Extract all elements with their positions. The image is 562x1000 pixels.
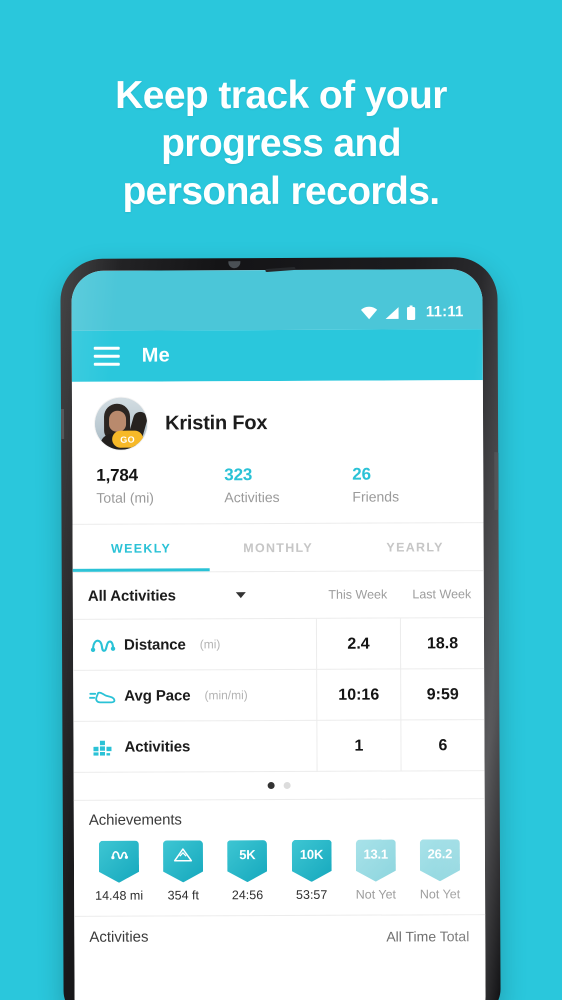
avatar-go-badge: GO [112,430,144,448]
mountain-elevation-icon [173,847,193,862]
activities-summary-label: Activities [89,928,149,946]
row-name: Distance [123,635,186,654]
achievement-badge: 13.1 [356,839,396,881]
tab-yearly[interactable]: YEARLY [347,523,484,571]
achievement-badge: 26.2 [420,839,460,881]
stat-label: Friends [352,488,400,505]
row-name: Activities [124,737,191,756]
page-title: Keep track of your progress and personal… [0,72,562,216]
achievement-label: Not Yet [355,887,397,902]
profile-header[interactable]: GO Kristin Fox [72,380,483,450]
activities-summary-row[interactable]: Activities All Time Total [74,914,486,958]
achievement-5k[interactable]: 5K 24:56 [218,840,276,902]
avatar[interactable]: GO [94,397,148,450]
status-bar-icons [361,305,416,321]
pager-dot-2[interactable] [283,781,291,789]
achievement-badge [163,840,203,882]
all-time-total-label: All Time Total [386,927,470,945]
phone-mockup: 11:11 Me GO Kristin Fox 1,784 Total (mi)… [60,257,501,1000]
table-row[interactable]: Avg Pace (min/mi) 10:16 9:59 [73,668,485,721]
phone-side-button-left [60,408,65,439]
achievement-badge: 10K [291,840,331,882]
achievement-elevation[interactable]: 354 ft [154,840,212,902]
running-shoe-icon [88,687,118,705]
front-camera-icon [228,261,241,269]
phone-screen: 11:11 Me GO Kristin Fox 1,784 Total (mi)… [71,269,486,1000]
row-unit: (mi) [199,637,221,652]
stat-value: 323 [224,465,253,485]
battery-icon [407,305,416,321]
hamburger-menu-icon[interactable] [93,346,120,366]
period-tabs: WEEKLY MONTHLY YEARLY [72,522,484,572]
route-squiggle-icon [109,848,128,862]
stat-value: 26 [352,464,371,484]
achievement-half-marathon[interactable]: 13.1 Not Yet [347,839,405,902]
column-header-this-week: This Week [328,587,388,602]
achievement-label: 354 ft [167,888,199,903]
stat-friends[interactable]: 26 Friends [352,464,480,505]
achievement-badge: 5K [227,840,267,882]
app-bar-title: Me [141,344,171,367]
stat-total-miles[interactable]: 1,784 Total (mi) [96,465,224,506]
profile-stats: 1,784 Total (mi) 323 Activities 26 Frien… [72,448,483,524]
stat-label: Activities [224,489,280,506]
status-bar: 11:11 [71,269,483,331]
phone-side-button-right [494,452,500,511]
status-bar-clock: 11:11 [425,303,464,321]
row-value-last-week: 9:59 [400,668,485,720]
row-value-this-week: 10:16 [316,668,401,721]
achievement-marathon[interactable]: 26.2 Not Yet [411,839,469,901]
pager-dot-1[interactable] [267,782,275,790]
achievement-label: 14.48 mi [95,888,144,903]
carousel-pager [73,770,485,800]
row-value-last-week: 18.8 [399,617,485,669]
row-unit: (min/mi) [204,688,248,703]
achievement-label: Not Yet [419,887,461,902]
achievement-badge [99,841,139,883]
headline-line-3: personal records. [122,170,440,213]
headline-line-2: progress and [161,122,401,165]
app-bar: Me [71,329,483,382]
bar-blocks-icon [88,738,118,756]
avatar-face [109,410,127,432]
achievement-10k[interactable]: 10K 53:57 [282,840,340,902]
table-row[interactable]: Activities 1 6 [73,719,485,772]
achievements-list: 14.48 mi 354 ft 5K 24:56 10K 53:57 13.1 … [74,827,485,903]
screen-content: GO Kristin Fox 1,784 Total (mi) 323 Acti… [71,380,486,1000]
signal-icon [385,307,399,319]
achievements-section: Achievements 14.48 mi 354 ft 5K 24:56 10… [73,798,486,903]
wifi-icon [361,306,378,320]
row-name: Avg Pace [124,686,191,705]
tab-weekly[interactable]: WEEKLY [73,524,210,572]
activity-filter-row: All Activities This Week Last Week [72,570,484,619]
route-squiggle-icon [88,636,118,654]
headline-line-1: Keep track of your [115,74,447,117]
profile-name: Kristin Fox [165,411,268,435]
column-header-last-week: Last Week [412,587,472,602]
row-value-this-week: 1 [316,719,401,772]
chevron-down-icon[interactable] [235,592,246,599]
achievement-longest-distance[interactable]: 14.48 mi [90,841,148,903]
stat-value: 1,784 [96,465,138,485]
tab-monthly[interactable]: MONTHLY [210,524,347,572]
achievements-title: Achievements [88,811,182,829]
achievement-label: 24:56 [231,888,264,903]
row-value-last-week: 6 [400,719,485,771]
activity-filter-label[interactable]: All Activities [88,587,176,604]
achievement-label: 53:57 [296,887,328,902]
table-row[interactable]: Distance (mi) 2.4 18.8 [72,617,485,670]
stat-activities[interactable]: 323 Activities [224,465,352,506]
row-value-this-week: 2.4 [315,617,401,670]
stat-label: Total (mi) [96,489,154,506]
